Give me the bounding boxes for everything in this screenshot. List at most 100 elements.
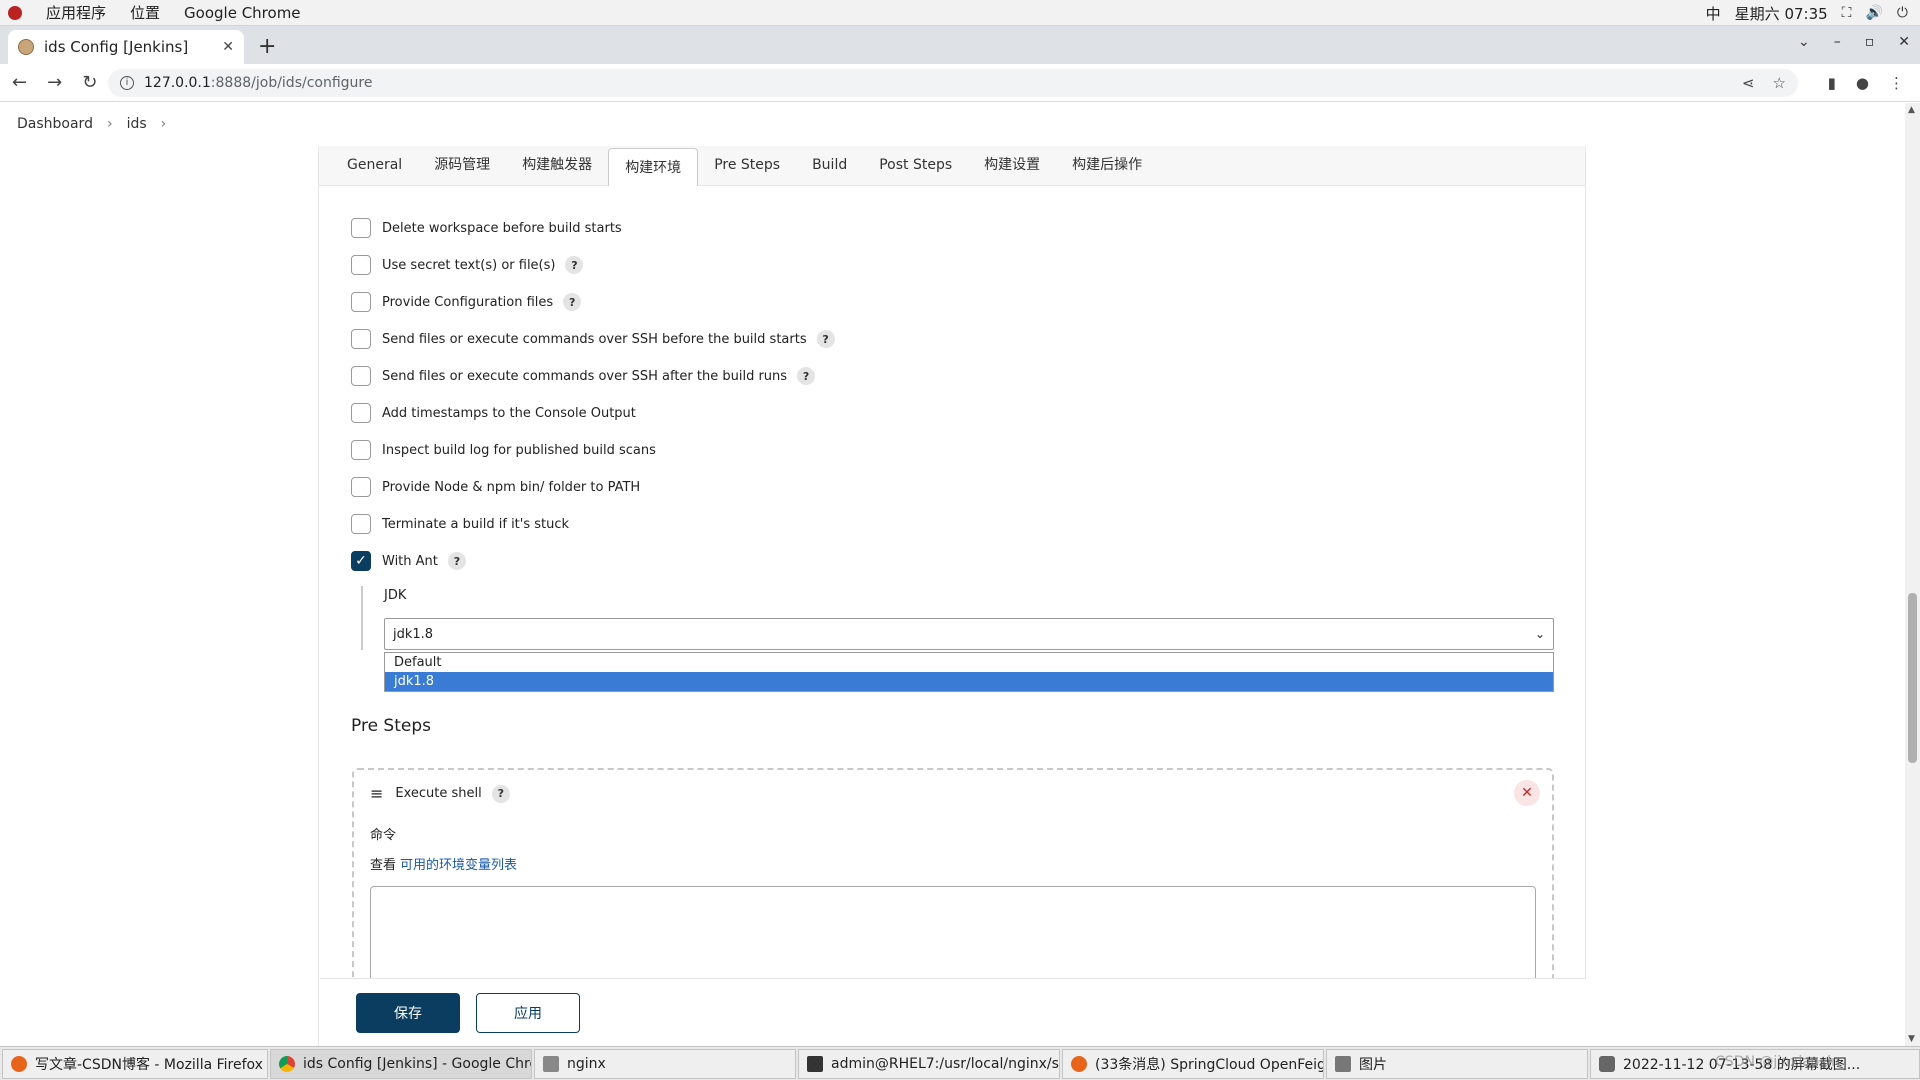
delete-step-icon[interactable]: ✕ bbox=[1514, 780, 1540, 806]
tab-build-triggers[interactable]: 构建触发器 bbox=[506, 149, 608, 181]
tab-build-environment[interactable]: 构建环境 bbox=[608, 148, 699, 186]
help-icon[interactable]: ? bbox=[563, 293, 582, 311]
option-ssh-after[interactable]: Send files or execute commands over SSH … bbox=[351, 364, 816, 388]
taskbar-item-firefox-feign[interactable]: (33条消息) SpringCloud OpenFeign... bbox=[1062, 1048, 1324, 1079]
option-config-files[interactable]: Provide Configuration files ? bbox=[351, 290, 582, 314]
help-icon[interactable]: ? bbox=[491, 784, 510, 803]
tab-source-code[interactable]: 源码管理 bbox=[418, 149, 506, 181]
breadcrumb-dashboard[interactable]: Dashboard bbox=[17, 116, 93, 132]
breadcrumb: Dashboard › ids › bbox=[0, 103, 1905, 145]
chevron-down-icon[interactable]: ⌄ bbox=[1535, 627, 1545, 641]
page-scrollbar[interactable]: ▲ ▼ bbox=[1905, 103, 1920, 1046]
checkbox[interactable] bbox=[351, 366, 371, 386]
option-delete-workspace[interactable]: Delete workspace before build starts bbox=[351, 216, 622, 240]
scroll-up-icon[interactable]: ▲ bbox=[1908, 105, 1915, 115]
taskbar-item-firefox-csdn[interactable]: 写文章-CSDN博客 - Mozilla Firefox bbox=[2, 1048, 268, 1079]
checkbox[interactable] bbox=[351, 440, 371, 460]
url-host: 127.0.0.1 bbox=[144, 75, 211, 91]
option-node-npm[interactable]: Provide Node & npm bin/ folder to PATH bbox=[351, 475, 640, 499]
taskbar-item-images[interactable]: 图片 bbox=[1326, 1048, 1588, 1079]
checkbox[interactable] bbox=[351, 514, 371, 534]
env-vars-line: 查看 可用的环境变量列表 bbox=[370, 854, 517, 873]
bookmark-star-icon[interactable]: ☆ bbox=[1773, 74, 1786, 92]
checkbox[interactable] bbox=[351, 292, 371, 312]
active-app-menu[interactable]: Google Chrome bbox=[184, 4, 301, 22]
maximize-icon[interactable]: ▫ bbox=[1865, 34, 1875, 50]
reload-icon[interactable]: ↻ bbox=[82, 72, 97, 93]
tab-pre-steps[interactable]: Pre Steps bbox=[698, 149, 796, 181]
share-icon[interactable]: ⋖ bbox=[1742, 74, 1755, 92]
tab-post-build-actions[interactable]: 构建后操作 bbox=[1056, 149, 1158, 181]
terminal-icon bbox=[807, 1055, 823, 1072]
back-icon[interactable]: ← bbox=[12, 72, 27, 93]
option-label: With Ant bbox=[382, 553, 438, 569]
option-label: Use secret text(s) or file(s) bbox=[382, 257, 556, 273]
save-button[interactable]: 保存 bbox=[356, 993, 460, 1033]
close-window-icon[interactable]: ✕ bbox=[1898, 34, 1910, 50]
taskbar-item-terminal[interactable]: admin@RHEL7:/usr/local/nginx/sbin bbox=[798, 1048, 1060, 1079]
jdk-option-jdk18[interactable]: jdk1.8 bbox=[385, 672, 1553, 691]
tab-build[interactable]: Build bbox=[796, 149, 863, 181]
option-with-ant[interactable]: ✓ With Ant ? bbox=[351, 549, 466, 573]
config-panel: General 源码管理 构建触发器 构建环境 Pre Steps Build … bbox=[318, 146, 1586, 1046]
tab-search-icon[interactable]: ⌄ bbox=[1798, 34, 1810, 50]
places-menu[interactable]: 位置 bbox=[130, 2, 160, 23]
jdk-label: JDK bbox=[384, 588, 407, 603]
checkbox[interactable] bbox=[351, 329, 371, 349]
scrollbar-thumb[interactable] bbox=[1908, 593, 1917, 763]
option-terminate-stuck[interactable]: Terminate a build if it's stuck bbox=[351, 512, 569, 536]
volume-icon[interactable]: 🔊 bbox=[1865, 5, 1882, 21]
checkbox[interactable] bbox=[351, 477, 371, 497]
tab-build-settings[interactable]: 构建设置 bbox=[968, 149, 1056, 181]
profile-icon[interactable]: ● bbox=[1856, 74, 1869, 92]
taskbar-item-nginx[interactable]: nginx bbox=[534, 1048, 796, 1079]
breadcrumb-ids[interactable]: ids bbox=[127, 116, 147, 132]
ant-section-indent bbox=[361, 586, 369, 650]
new-tab-icon[interactable]: + bbox=[258, 34, 276, 59]
jdk-option-default[interactable]: Default bbox=[385, 653, 1553, 672]
checkbox[interactable] bbox=[351, 218, 371, 238]
input-method-indicator[interactable]: 中 bbox=[1706, 3, 1721, 24]
jdk-select[interactable]: jdk1.8 ⌄ bbox=[384, 618, 1554, 650]
forward-icon[interactable]: → bbox=[47, 72, 62, 93]
tab-post-steps[interactable]: Post Steps bbox=[863, 149, 968, 181]
firefox-icon bbox=[11, 1055, 27, 1072]
chevron-right-icon[interactable]: › bbox=[107, 116, 113, 132]
clock[interactable]: 星期六 07:35 bbox=[1735, 3, 1828, 24]
applications-menu[interactable]: 应用程序 bbox=[46, 2, 106, 23]
site-info-icon[interactable]: i bbox=[120, 76, 134, 90]
checkbox[interactable] bbox=[351, 403, 371, 423]
tab-general[interactable]: General bbox=[331, 149, 418, 181]
side-panel-icon[interactable]: ▮ bbox=[1828, 74, 1836, 92]
drag-handle-icon[interactable]: ≡ bbox=[370, 784, 383, 803]
taskbar-label: nginx bbox=[567, 1055, 606, 1072]
redhat-icon bbox=[8, 5, 22, 20]
env-vars-link[interactable]: 可用的环境变量列表 bbox=[400, 858, 517, 873]
checkbox[interactable] bbox=[351, 255, 371, 275]
close-tab-icon[interactable]: ✕ bbox=[222, 39, 234, 55]
browser-tab[interactable]: ids Config [Jenkins] ✕ bbox=[8, 30, 244, 64]
option-ssh-before[interactable]: Send files or execute commands over SSH … bbox=[351, 327, 835, 351]
image-icon bbox=[1335, 1055, 1351, 1072]
option-secret-files[interactable]: Use secret text(s) or file(s) ? bbox=[351, 253, 584, 277]
apply-button[interactable]: 应用 bbox=[476, 993, 580, 1033]
power-icon[interactable]: ⏻ bbox=[1897, 5, 1908, 21]
help-icon[interactable]: ? bbox=[797, 367, 816, 385]
page-content: General 源码管理 构建触发器 构建环境 Pre Steps Build … bbox=[0, 146, 1905, 1046]
checkbox-checked[interactable]: ✓ bbox=[351, 551, 371, 571]
firefox-icon bbox=[1071, 1055, 1087, 1072]
help-icon[interactable]: ? bbox=[447, 552, 466, 570]
taskbar-label: 写文章-CSDN博客 - Mozilla Firefox bbox=[35, 1056, 263, 1073]
chevron-right-icon[interactable]: › bbox=[161, 116, 167, 132]
help-icon[interactable]: ? bbox=[816, 330, 835, 348]
taskbar-label: (33条消息) SpringCloud OpenFeign... bbox=[1095, 1056, 1324, 1073]
help-icon[interactable]: ? bbox=[565, 256, 584, 274]
minimize-icon[interactable]: – bbox=[1834, 34, 1841, 50]
option-build-scans[interactable]: Inspect build log for published build sc… bbox=[351, 438, 656, 462]
scroll-down-icon[interactable]: ▼ bbox=[1908, 1034, 1915, 1044]
taskbar-item-chrome[interactable]: ids Config [Jenkins] - Google Chrome bbox=[270, 1048, 532, 1079]
chrome-menu-icon[interactable]: ⋮ bbox=[1889, 74, 1904, 92]
option-timestamps[interactable]: Add timestamps to the Console Output bbox=[351, 401, 636, 425]
address-bar[interactable]: i 127.0.0.1:8888/job/ids/configure ⋖ ☆ bbox=[108, 69, 1798, 97]
network-icon[interactable]: ⛶ bbox=[1842, 5, 1852, 21]
